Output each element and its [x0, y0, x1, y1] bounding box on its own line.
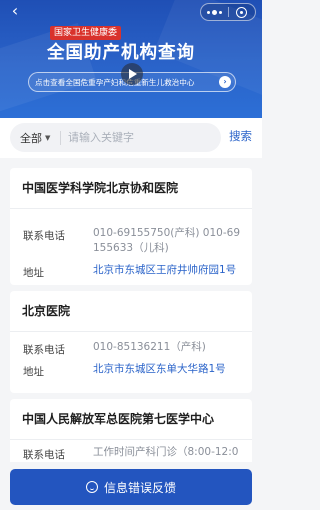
footer: 信息错误反馈: [0, 462, 262, 510]
address-link[interactable]: 北京市东城区东单大华路1号: [93, 362, 243, 377]
caret-down-icon: ▼: [45, 133, 51, 142]
address-label: 地址: [23, 366, 44, 378]
hospital-name: 中国医学科学院北京协和医院: [22, 181, 179, 195]
phone-label: 联系电话: [23, 344, 65, 356]
search-bar: 全部 ▼ 搜索: [0, 118, 262, 158]
phone-value[interactable]: 010-85136211（产科): [93, 340, 243, 355]
search-scope-dropdown[interactable]: 全部 ▼: [10, 130, 60, 146]
search-box: 全部 ▼: [10, 123, 221, 152]
phone-label: 联系电话: [23, 449, 65, 461]
hospital-card[interactable]: 北京医院 联系电话 010-85136211（产科) 地址 北京市东城区东单大华…: [10, 291, 252, 393]
phone-value[interactable]: 010-69155750(产科) 010-69155633（儿科): [93, 226, 243, 256]
hospital-card[interactable]: 中国医学科学院北京协和医院 联系电话 010-69155750(产科) 010-…: [10, 168, 252, 285]
search-input[interactable]: [61, 131, 221, 144]
feedback-icon: [85, 481, 98, 493]
hospital-name: 中国人民解放军总医院第七医学中心: [22, 412, 215, 426]
address-label: 地址: [23, 267, 44, 279]
page-title: 全国助产机构查询: [47, 43, 195, 63]
close-miniprogram-button[interactable]: [229, 4, 256, 20]
divider: [10, 331, 252, 332]
hours-label: 工作时间: [93, 446, 135, 458]
divider: [10, 439, 252, 440]
rescue-center-link-text: 点击查看全国危重孕产妇和危重新生儿救治中心: [35, 77, 195, 87]
mini-program-capsule: [200, 3, 256, 21]
more-dots-icon: [206, 9, 222, 15]
back-button[interactable]: ‹: [6, 2, 24, 20]
header-banner: ‹ 国家卫生健康委 全国助产机构查询 点击查看全国危重孕产妇和危重新生儿救治中心…: [0, 0, 262, 118]
play-icon[interactable]: [121, 63, 143, 85]
target-icon: [236, 6, 248, 18]
address-link[interactable]: 北京市东城区王府井帅府园1号: [93, 263, 243, 278]
arrow-right-icon: ›: [219, 76, 231, 88]
search-button[interactable]: 搜索: [229, 128, 252, 144]
search-scope-label: 全部: [20, 131, 42, 145]
hospital-name: 北京医院: [22, 304, 71, 318]
feedback-label: 信息错误反馈: [103, 480, 176, 495]
more-button[interactable]: [201, 4, 228, 20]
divider: [10, 208, 252, 209]
hours-value: 工作时间产科门诊（8:00-12:0: [93, 445, 243, 460]
feedback-button[interactable]: 信息错误反馈: [10, 469, 252, 505]
phone-label: 联系电话: [23, 230, 65, 242]
hours-text: 产科门诊（8:00-12:0: [135, 446, 239, 458]
org-tag: 国家卫生健康委: [50, 26, 122, 40]
